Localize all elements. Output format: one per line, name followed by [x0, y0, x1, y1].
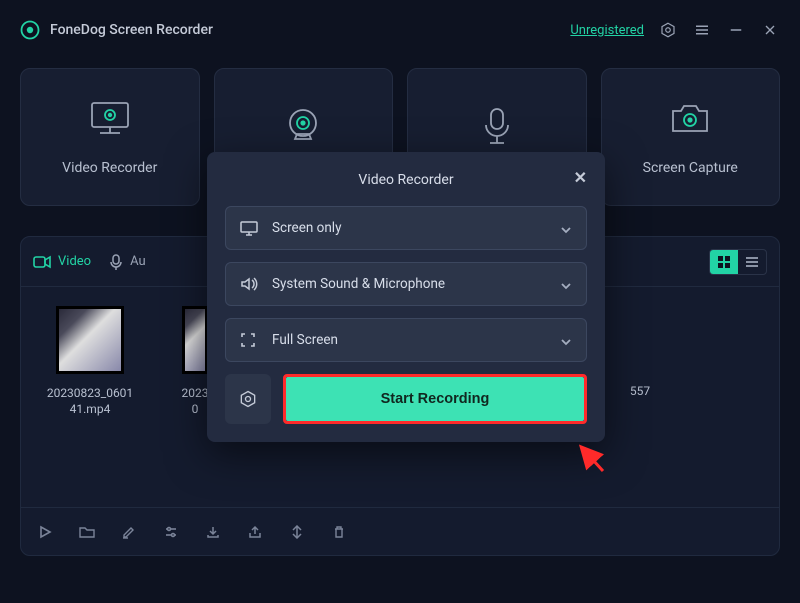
tab-audio[interactable]: Au [109, 254, 146, 270]
list-view-button[interactable] [738, 250, 766, 274]
settings-icon[interactable] [658, 20, 678, 40]
mode-screen-capture[interactable]: Screen Capture [601, 68, 781, 206]
webcam-icon [281, 106, 325, 148]
chevron-down-icon [560, 219, 572, 238]
tab-video[interactable]: Video [33, 254, 91, 269]
grid-view-button[interactable] [710, 250, 738, 274]
app-title: FoneDog Screen Recorder [50, 22, 213, 38]
close-icon[interactable]: ✕ [574, 168, 587, 187]
thumbnail-image [185, 309, 205, 371]
thumbnail-filename: 2023 0 [182, 385, 209, 417]
video-recorder-modal: Video Recorder ✕ Screen only System Soun… [207, 152, 605, 442]
minimize-icon[interactable] [726, 20, 746, 40]
sliders-icon[interactable] [161, 522, 181, 542]
monitor-icon [86, 98, 134, 140]
play-icon[interactable] [35, 522, 55, 542]
select-value: Screen only [272, 220, 560, 236]
grid-icon [717, 255, 731, 269]
microphone-icon [479, 106, 515, 148]
select-value: Full Screen [272, 332, 560, 348]
settings-icon [238, 389, 258, 409]
mode-label: Video Recorder [62, 160, 157, 176]
monitor-icon [240, 220, 262, 236]
unregistered-link[interactable]: Unregistered [570, 23, 644, 38]
close-icon[interactable] [760, 20, 780, 40]
share-icon[interactable] [245, 522, 265, 542]
audio-source-select[interactable]: System Sound & Microphone [225, 262, 587, 306]
thumbnail-image [59, 309, 121, 371]
trash-icon[interactable] [329, 522, 349, 542]
modal-title: Video Recorder [358, 172, 453, 188]
start-recording-highlight: Start Recording [283, 374, 587, 424]
download-icon[interactable] [203, 522, 223, 542]
select-value: System Sound & Microphone [272, 276, 560, 292]
edit-icon[interactable] [119, 522, 139, 542]
start-recording-button[interactable]: Start Recording [286, 377, 584, 421]
hamburger-menu-icon[interactable] [692, 20, 712, 40]
capture-source-select[interactable]: Screen only [225, 206, 587, 250]
tab-label: Video [58, 254, 91, 269]
fullscreen-icon [240, 332, 262, 348]
list-icon [745, 255, 759, 269]
recording-thumbnail[interactable]: 20230823_060141.mp4 [45, 309, 135, 507]
capture-area-select[interactable]: Full Screen [225, 318, 587, 362]
video-icon [33, 255, 51, 269]
thumbnail-filename: 20230823_060141.mp4 [45, 385, 135, 417]
sound-icon [240, 276, 262, 292]
thumbnail-filename: 557 [630, 383, 650, 399]
mode-label: Screen Capture [643, 160, 738, 176]
chevron-down-icon [560, 331, 572, 350]
mode-video-recorder[interactable]: Video Recorder [20, 68, 200, 206]
recording-settings-button[interactable] [225, 374, 271, 424]
folder-icon[interactable] [77, 522, 97, 542]
camera-icon [667, 98, 713, 140]
app-logo [20, 20, 40, 40]
recording-thumbnail[interactable]: 557 [615, 309, 665, 507]
microphone-icon [109, 254, 123, 270]
convert-icon[interactable] [287, 522, 307, 542]
tab-label: Au [130, 254, 146, 269]
chevron-down-icon [560, 275, 572, 294]
